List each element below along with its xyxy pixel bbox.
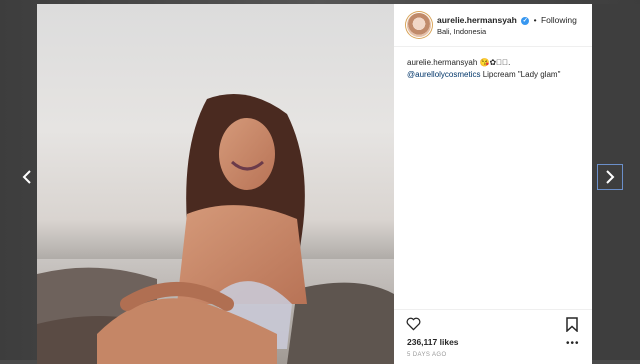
location-link[interactable]: Bali, Indonesia [437, 27, 486, 36]
post-timestamp: 5 DAYS AGO [407, 352, 447, 358]
post-header: aurelie.hermansyah ✓ • Following Bali, I… [394, 4, 592, 47]
post-sidebar: aurelie.hermansyah ✓ • Following Bali, I… [394, 4, 592, 364]
chevron-left-icon [22, 170, 31, 184]
save-button[interactable] [566, 317, 578, 337]
post-caption: aurelie.hermansyah 😘✿✧゚. @aurellolycosme… [407, 57, 587, 81]
bookmark-icon [566, 317, 578, 333]
caption-emojis: 😘✿✧゚. [479, 58, 511, 67]
mention-link[interactable]: @aurellolycosmetics [407, 70, 480, 79]
verified-badge-icon: ✓ [521, 16, 530, 25]
heart-icon [406, 317, 421, 331]
more-options-icon[interactable]: ••• [566, 338, 580, 349]
post-author: aurelie.hermansyah ✓ • Following [437, 15, 577, 25]
next-post-button[interactable] [597, 164, 623, 190]
like-button[interactable] [406, 317, 421, 336]
caption-username[interactable]: aurelie.hermansyah [407, 58, 477, 67]
likes-count[interactable]: 236,117 likes [407, 337, 459, 347]
chevron-right-icon [606, 170, 615, 184]
caption-text: Lipcream "Lady glam" [480, 70, 561, 79]
avatar[interactable] [407, 13, 431, 37]
separator-dot: • [533, 15, 537, 25]
post-photo[interactable] [37, 4, 394, 364]
post-actions: 236,117 likes ••• 5 DAYS AGO [394, 309, 592, 364]
username-link[interactable]: aurelie.hermansyah [437, 15, 517, 25]
post-modal: aurelie.hermansyah ✓ • Following Bali, I… [37, 4, 592, 364]
photo-illustration [37, 94, 394, 364]
following-button[interactable]: Following [541, 15, 577, 25]
